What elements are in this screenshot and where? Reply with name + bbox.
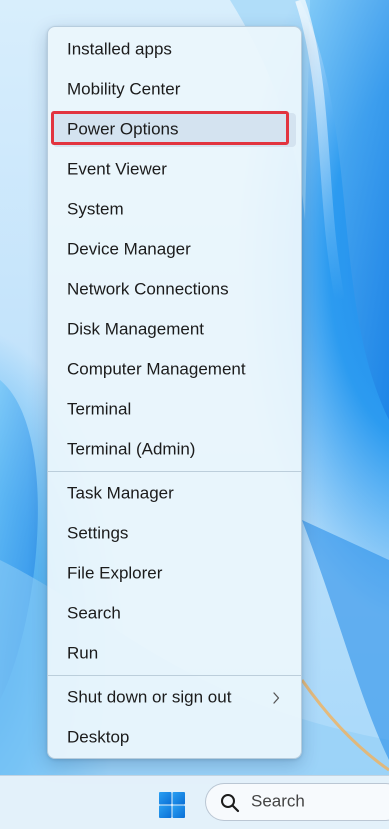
menu-item-terminal-admin[interactable]: Terminal (Admin) xyxy=(53,433,296,467)
menu-item-label: Terminal (Admin) xyxy=(67,439,196,459)
menu-item-search[interactable]: Search xyxy=(53,597,296,631)
menu-item-mobility-center[interactable]: Mobility Center xyxy=(53,73,296,107)
menu-item-label: Event Viewer xyxy=(67,159,167,179)
quick-link-menu: Installed apps Mobility Center Power Opt… xyxy=(47,26,302,759)
menu-item-desktop[interactable]: Desktop xyxy=(53,721,296,755)
menu-divider xyxy=(48,675,301,676)
menu-item-event-viewer[interactable]: Event Viewer xyxy=(53,153,296,187)
menu-item-label: Desktop xyxy=(67,727,130,747)
menu-item-computer-management[interactable]: Computer Management xyxy=(53,353,296,387)
search-icon xyxy=(221,794,240,813)
menu-item-system[interactable]: System xyxy=(53,193,296,227)
menu-item-task-manager[interactable]: Task Manager xyxy=(53,477,296,511)
menu-item-label: Search xyxy=(67,603,121,623)
menu-item-label: Settings xyxy=(67,523,129,543)
menu-item-label: Power Options xyxy=(67,119,179,139)
menu-item-label: Disk Management xyxy=(67,319,205,339)
menu-item-label: Mobility Center xyxy=(67,79,181,99)
menu-item-shut-down-or-sign-out[interactable]: Shut down or sign out xyxy=(53,681,296,715)
menu-item-settings[interactable]: Settings xyxy=(53,517,296,551)
menu-item-label: Run xyxy=(67,643,99,663)
menu-item-label: Device Manager xyxy=(67,239,191,259)
menu-item-disk-management[interactable]: Disk Management xyxy=(53,313,296,347)
menu-item-network-connections[interactable]: Network Connections xyxy=(53,273,296,307)
menu-item-file-explorer[interactable]: File Explorer xyxy=(53,557,296,591)
menu-item-label: System xyxy=(67,199,124,219)
menu-item-terminal[interactable]: Terminal xyxy=(53,393,296,427)
menu-item-label: Terminal xyxy=(67,399,132,419)
taskbar: Search xyxy=(0,775,389,829)
windows-logo-icon xyxy=(159,792,185,818)
menu-item-label: Installed apps xyxy=(67,39,172,59)
menu-item-label: Computer Management xyxy=(67,359,246,379)
menu-item-label: Shut down or sign out xyxy=(67,687,232,707)
taskbar-search-box[interactable]: Search xyxy=(205,783,389,821)
menu-divider xyxy=(48,471,301,472)
menu-item-label: Task Manager xyxy=(67,483,174,503)
start-button[interactable] xyxy=(152,785,192,825)
menu-item-label: File Explorer xyxy=(67,563,163,583)
search-placeholder: Search xyxy=(251,791,305,811)
menu-item-run[interactable]: Run xyxy=(53,637,296,671)
menu-item-power-options[interactable]: Power Options xyxy=(51,111,296,147)
menu-item-installed-apps[interactable]: Installed apps xyxy=(53,33,296,67)
chevron-right-icon xyxy=(273,692,280,704)
menu-item-device-manager[interactable]: Device Manager xyxy=(53,233,296,267)
menu-item-label: Network Connections xyxy=(67,279,229,299)
